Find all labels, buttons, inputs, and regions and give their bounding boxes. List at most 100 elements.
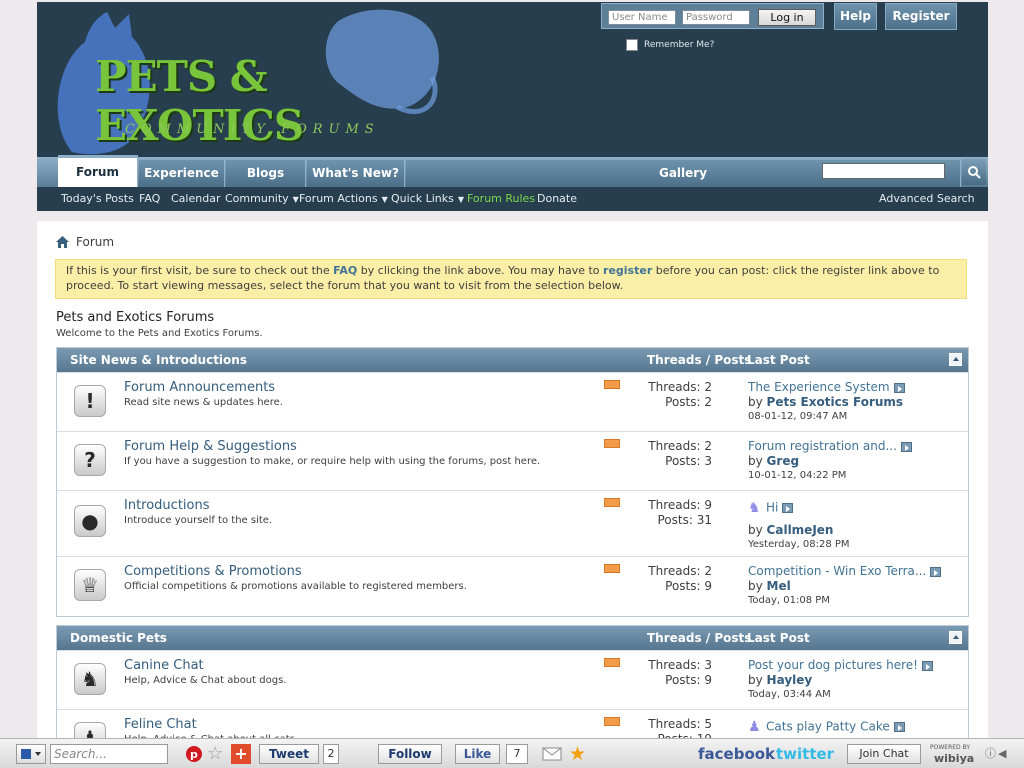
- rss-icon[interactable]: [604, 717, 620, 726]
- go-to-post-icon[interactable]: [930, 566, 942, 577]
- by-label: by: [748, 579, 763, 593]
- last-post-by: by Pets Exotics Forums: [748, 395, 903, 409]
- forum-row: ♞ Canine Chat Help, Advice & Chat about …: [57, 650, 968, 709]
- forum-name[interactable]: Introductions: [124, 498, 210, 513]
- follow-button[interactable]: Follow: [378, 744, 442, 764]
- join-chat-button[interactable]: Join Chat: [847, 744, 921, 764]
- forum-name[interactable]: Feline Chat: [124, 717, 197, 732]
- help-button[interactable]: Help: [834, 3, 877, 30]
- rss-icon[interactable]: [604, 564, 620, 573]
- category-title[interactable]: Site News & Introductions: [70, 353, 247, 367]
- forum-name[interactable]: Forum Help & Suggestions: [124, 439, 297, 454]
- thread-count: Threads: 2: [648, 564, 712, 578]
- tab-whats-new[interactable]: What's New?: [307, 160, 405, 187]
- last-post-by: by Greg: [748, 454, 799, 468]
- info-icon[interactable]: ⓘ: [985, 744, 996, 764]
- go-to-post-icon[interactable]: [893, 382, 905, 393]
- post-count: Posts: 2: [665, 395, 712, 409]
- go-to-post-icon[interactable]: [900, 441, 912, 452]
- collapse-icon[interactable]: [949, 353, 962, 366]
- forum-name[interactable]: Canine Chat: [124, 658, 204, 673]
- cat-avatar-icon: ♞: [748, 500, 761, 516]
- search-icon: [968, 166, 981, 179]
- thread-count: Threads: 5: [648, 717, 712, 731]
- like-button[interactable]: Like: [455, 744, 500, 764]
- notice-text-2: by clicking the link above. You may have…: [357, 264, 604, 277]
- rss-icon[interactable]: [604, 498, 620, 507]
- last-post-user[interactable]: Pets Exotics Forums: [767, 395, 904, 409]
- tweet-button[interactable]: Tweet: [259, 744, 319, 764]
- subnav-donate[interactable]: Donate: [537, 192, 577, 205]
- wibiya-logo[interactable]: wibiya: [934, 752, 974, 768]
- subnav-advanced-search[interactable]: Advanced Search: [879, 192, 975, 205]
- rating-star-icon[interactable]: ★: [569, 744, 591, 764]
- toolbar-menu-button[interactable]: [16, 744, 46, 764]
- subnav-faq[interactable]: FAQ: [139, 192, 160, 205]
- by-label: by: [748, 523, 763, 537]
- mail-icon[interactable]: [541, 744, 563, 764]
- tab-blogs[interactable]: Blogs: [226, 160, 306, 187]
- collapse-toolbar-icon[interactable]: ◀: [998, 744, 1018, 764]
- last-post-title[interactable]: Forum registration and...: [748, 439, 912, 453]
- remember-me[interactable]: Remember Me?: [626, 39, 714, 51]
- last-post-by: by CallmeJen: [748, 523, 833, 537]
- last-post-date: Yesterday, 08:28 PM: [748, 539, 850, 550]
- subnav-community[interactable]: Community ▼: [225, 192, 299, 205]
- pinterest-icon[interactable]: p: [184, 744, 204, 764]
- subnav-forum-rules[interactable]: Forum Rules: [467, 192, 535, 205]
- by-label: by: [748, 454, 763, 468]
- last-post-user[interactable]: CallmeJen: [767, 523, 834, 537]
- last-post-title[interactable]: Post your dog pictures here!: [748, 658, 933, 672]
- last-post-user[interactable]: Hayley: [767, 673, 813, 687]
- category-site-news: Site News & Introductions Threads / Post…: [56, 347, 969, 617]
- rss-icon[interactable]: [604, 439, 620, 448]
- site-logo[interactable]: PETS & EXOTICS COMMUNITY FORUMS: [37, 2, 457, 157]
- password-input[interactable]: Password: [682, 10, 750, 25]
- add-plus-icon[interactable]: +: [231, 744, 251, 764]
- forum-name[interactable]: Competitions & Promotions: [124, 564, 302, 579]
- notice-faq-link[interactable]: FAQ: [333, 264, 357, 277]
- collapse-icon[interactable]: [949, 631, 962, 644]
- subnav-calendar[interactable]: Calendar: [171, 192, 220, 205]
- page: PETS & EXOTICS COMMUNITY FORUMS User Nam…: [37, 2, 988, 768]
- twitter-link[interactable]: twitter: [776, 744, 834, 764]
- register-button[interactable]: Register: [885, 3, 957, 30]
- last-post-title[interactable]: ♟ Cats play Patty Cake: [748, 719, 905, 735]
- rss-icon[interactable]: [604, 658, 620, 667]
- home-icon[interactable]: [56, 236, 69, 248]
- dog-icon: ♞: [74, 663, 106, 695]
- go-to-post-icon[interactable]: [893, 722, 905, 732]
- last-post-title[interactable]: The Experience System: [748, 380, 905, 394]
- notice-register-link[interactable]: register: [603, 264, 652, 277]
- last-post-user[interactable]: Mel: [767, 579, 791, 593]
- facebook-link[interactable]: facebook: [698, 744, 775, 764]
- search-input[interactable]: [822, 163, 945, 179]
- subnav-todays-posts[interactable]: Today's Posts: [61, 192, 134, 205]
- tab-experience[interactable]: Experience: [139, 160, 225, 187]
- forum-row: ? Forum Help & Suggestions If you have a…: [57, 431, 968, 490]
- last-post-title[interactable]: Competition - Win Exo Terra...: [748, 564, 942, 578]
- rss-icon[interactable]: [604, 380, 620, 389]
- post-count: Posts: 3: [665, 454, 712, 468]
- subnav-forum-actions[interactable]: Forum Actions ▼: [299, 192, 388, 205]
- last-post-user[interactable]: Greg: [767, 454, 800, 468]
- toolbar-search-input[interactable]: Search...: [50, 744, 168, 764]
- forum-name[interactable]: Forum Announcements: [124, 380, 275, 395]
- breadcrumb-forum[interactable]: Forum: [76, 235, 114, 249]
- login-button[interactable]: Log in: [758, 9, 816, 26]
- remember-me-checkbox[interactable]: [626, 39, 638, 51]
- search-button[interactable]: [962, 159, 986, 185]
- last-post-date: 08-01-12, 09:47 AM: [748, 411, 848, 422]
- post-count: Posts: 9: [665, 673, 712, 687]
- go-to-post-icon[interactable]: [782, 503, 794, 513]
- svg-text:p: p: [190, 748, 198, 761]
- username-input[interactable]: User Name: [608, 10, 676, 25]
- last-post-title[interactable]: ♞ Hi: [748, 500, 794, 516]
- forum-desc: Read site news & updates here.: [124, 397, 283, 408]
- go-to-post-icon[interactable]: [921, 660, 933, 671]
- category-title[interactable]: Domestic Pets: [70, 631, 167, 645]
- category-header: Site News & Introductions Threads / Post…: [57, 348, 968, 372]
- favorite-star-icon[interactable]: ☆: [207, 744, 227, 764]
- tab-forum[interactable]: Forum: [58, 155, 138, 187]
- subnav-quick-links[interactable]: Quick Links ▼: [391, 192, 464, 205]
